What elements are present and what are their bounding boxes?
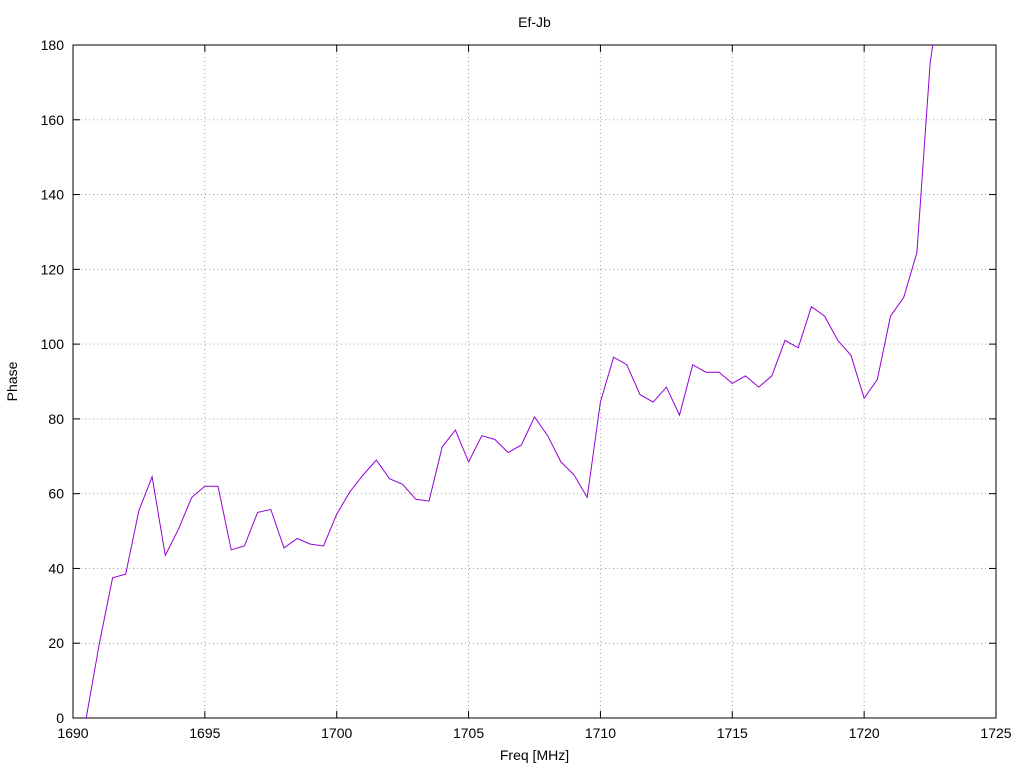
y-tick-label: 180 xyxy=(41,37,65,53)
series-layer xyxy=(85,44,934,719)
x-tick-label: 1720 xyxy=(849,725,880,741)
x-tick-label: 1715 xyxy=(717,725,748,741)
chart-title: Ef-Jb xyxy=(518,14,551,30)
y-tick-label: 120 xyxy=(41,261,65,277)
y-tick-label: 80 xyxy=(48,411,64,427)
y-tick-label: 60 xyxy=(48,486,64,502)
y-tick-label: 40 xyxy=(48,560,64,576)
x-tick-label: 1725 xyxy=(980,725,1011,741)
y-tick-label: 20 xyxy=(48,635,64,651)
x-tick-label: 1695 xyxy=(189,725,220,741)
y-tick-label: 160 xyxy=(41,112,65,128)
x-axis-label: Freq [MHz] xyxy=(500,747,569,763)
x-tick-label: 1705 xyxy=(453,725,484,741)
y-tick-label: 100 xyxy=(41,336,65,352)
y-tick-label: 0 xyxy=(56,710,64,726)
phase-chart: 1690 1695 1700 1705 1710 1715 1720 1725 0 20 40 60 8… xyxy=(4,14,1012,763)
x-tick-label: 1710 xyxy=(585,725,616,741)
phase-series-line xyxy=(85,44,934,719)
x-tick-label: 1690 xyxy=(57,725,88,741)
x-tick-label: 1700 xyxy=(321,725,352,741)
plot-frame xyxy=(72,44,997,719)
grid-lines xyxy=(73,45,996,718)
axis-ticks: 1690 1695 1700 1705 1710 1715 1720 1725 0 20 40 60 8… xyxy=(41,37,1012,741)
y-tick-label: 140 xyxy=(41,187,65,203)
y-axis-label: Phase xyxy=(4,361,20,401)
